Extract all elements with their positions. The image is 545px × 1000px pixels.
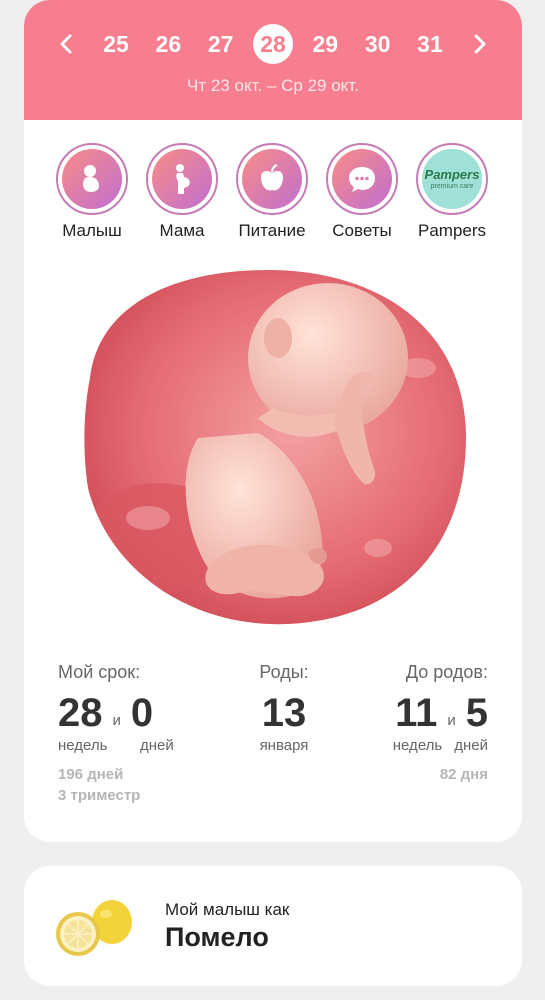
pampers-logo-subtext: premium care: [430, 183, 474, 190]
category-label: Мама: [159, 221, 205, 240]
apple-icon: [260, 164, 284, 191]
term-weeks-value: 28: [58, 691, 103, 735]
pampers-logo-text: Pampers: [424, 167, 480, 182]
category-circle: [242, 149, 302, 209]
week-day-26[interactable]: 26: [148, 24, 188, 64]
week-day-27[interactable]: 27: [201, 24, 241, 64]
days-unit: дней: [140, 737, 174, 754]
remaining-title: До родов:: [405, 662, 488, 682]
chevron-right-icon: [474, 34, 486, 54]
term-days-value: 0: [130, 691, 154, 735]
category-label: Малыш: [62, 221, 122, 240]
week-day-29[interactable]: 29: [305, 24, 345, 64]
remaining-weeks-value: 11: [395, 691, 438, 735]
remaining-days-value: 5: [465, 691, 488, 735]
fruit-subtitle: Мой малыш как: [165, 900, 290, 919]
pregnancy-week-card: 25 26 27 28 29 30 31 Чт 23 окт. – Ср 29 …: [24, 0, 522, 842]
pomelo-image: [56, 900, 132, 956]
next-week-button[interactable]: [466, 30, 494, 58]
weeks-unit: недель: [392, 737, 443, 754]
category-label: Pampers: [417, 221, 487, 240]
week-day-25[interactable]: 25: [96, 24, 136, 64]
remaining-stat: До родов: 11 и 5 недель дней 82 дня: [393, 662, 488, 783]
term-total-days: 196 дней: [58, 766, 124, 783]
category-circle: [332, 149, 392, 209]
category-mother[interactable]: Мама: [144, 143, 220, 241]
category-ring: [326, 143, 398, 215]
remaining-total-days: 82 дня: [439, 766, 488, 783]
category-tips[interactable]: Советы: [324, 143, 400, 241]
fruit-size-card[interactable]: Мой малыш как Помело: [24, 866, 522, 986]
category-ring: [56, 143, 128, 215]
chat-bubble-icon: [349, 167, 375, 192]
birth-month: января: [259, 737, 309, 754]
days-unit: дней: [454, 737, 488, 754]
category-label: Советы: [332, 221, 392, 240]
category-circle: [62, 149, 122, 209]
date-range-label: Чт 23 окт. – Ср 29 окт.: [187, 76, 359, 95]
category-pampers[interactable]: Pampers premium care Pampers: [414, 143, 490, 241]
category-nutrition[interactable]: Питание: [234, 143, 310, 241]
week-day-31[interactable]: 31: [410, 24, 450, 64]
previous-week-button[interactable]: [52, 30, 80, 58]
category-ring: Pampers premium care: [416, 143, 488, 215]
conjunction: и: [447, 712, 456, 729]
conjunction: и: [112, 712, 121, 729]
fetus-illustration: [84, 270, 466, 625]
week-day-30[interactable]: 30: [358, 24, 398, 64]
term-trimester: 3 триместр: [58, 787, 141, 804]
week-day-28-selected[interactable]: 28: [252, 24, 293, 64]
category-label: Питание: [238, 221, 306, 240]
category-ring: [236, 143, 308, 215]
category-ring: [146, 143, 218, 215]
birth-date-stat: Роды: 13 января: [244, 662, 324, 754]
week-selector-header: 25 26 27 28 29 30 31 Чт 23 окт. – Ср 29 …: [24, 0, 522, 120]
pregnancy-stats: Мой срок: 28 и 0 недель дней 196 дней 3 …: [24, 662, 522, 822]
term-title: Мой срок:: [58, 662, 141, 682]
category-circle: [152, 149, 212, 209]
term-stat: Мой срок: 28 и 0 недель дней 196 дней 3 …: [58, 662, 174, 804]
weeks-unit: недель: [58, 737, 108, 754]
category-baby[interactable]: Малыш: [54, 143, 130, 241]
pampers-logo: Pampers premium care: [422, 149, 482, 209]
birth-title: Роды:: [259, 662, 309, 682]
category-list: Малыш Мама Питание Советы Pampers premiu…: [54, 143, 490, 241]
birth-day-value: 13: [261, 691, 307, 735]
chevron-left-icon: [60, 34, 72, 54]
week-day-list: 25 26 27 28 29 30 31: [96, 24, 450, 64]
fruit-name: Помело: [165, 922, 269, 952]
mother-icon: [176, 164, 190, 194]
baby-icon: [83, 165, 99, 192]
